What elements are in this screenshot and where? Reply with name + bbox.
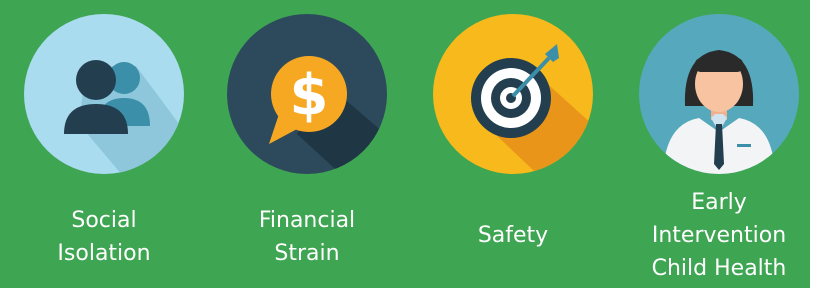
- caption-line: Social: [71, 208, 137, 233]
- caption-line: Financial: [258, 208, 356, 233]
- doctor-icon: [639, 14, 799, 174]
- topic-safety: Safety: [418, 14, 608, 288]
- topic-early-intervention-child-health: Early Intervention Child Health: [624, 14, 814, 288]
- dollar-speech-bubble-icon: $: [227, 14, 387, 174]
- topic-financial-strain: $ Financial Strain: [212, 14, 402, 288]
- topics-panel: Social Isolation $ Financial Strain Safe…: [0, 0, 810, 288]
- caption-social-isolation: Social Isolation: [9, 204, 199, 270]
- target-arrow-icon: [433, 14, 593, 174]
- caption-line: Isolation: [57, 241, 151, 266]
- caption-line: Child Health: [651, 256, 787, 281]
- caption-line: Strain: [274, 241, 340, 266]
- svg-text:$: $: [290, 63, 329, 128]
- caption-financial-strain: Financial Strain: [212, 204, 402, 270]
- caption-safety: Safety: [418, 219, 608, 252]
- people-icon: [24, 14, 184, 174]
- caption-early-intervention-child-health: Early Intervention Child Health: [624, 186, 814, 285]
- topic-social-isolation: Social Isolation: [9, 14, 199, 288]
- caption-line: Safety: [477, 223, 549, 248]
- caption-line: Intervention: [651, 223, 787, 248]
- caption-line: Early: [691, 190, 747, 215]
